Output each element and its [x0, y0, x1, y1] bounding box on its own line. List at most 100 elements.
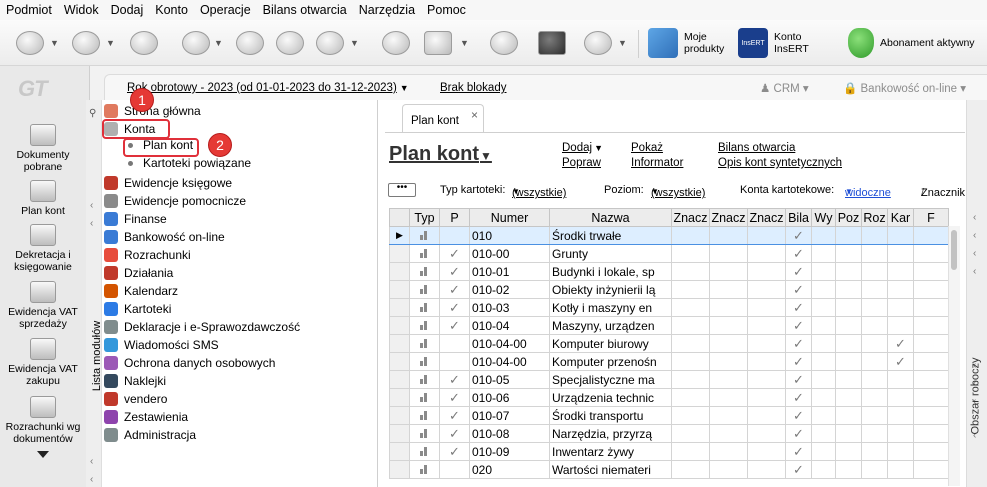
column-header[interactable]: Numer: [469, 208, 550, 227]
blokada-link[interactable]: Brak blokady: [440, 82, 506, 94]
chevron-down-icon[interactable]: ▼: [618, 38, 627, 48]
chevron-down-icon[interactable]: ▼: [50, 38, 59, 48]
table-row[interactable]: ✓ 010-04 Maszyny, urządzen ✓: [389, 316, 949, 335]
module-item[interactable]: Zestawienia: [104, 408, 188, 426]
link-icon[interactable]: [274, 28, 306, 58]
table-row[interactable]: ✓ 010-02 Obiekty inżynierii lą ✓: [389, 280, 949, 299]
row-indicator[interactable]: [389, 244, 410, 263]
abonament-status[interactable]: Abonament aktywny: [848, 28, 975, 58]
shortcut-dokumenty-pobrane[interactable]: Dokumenty pobrane: [0, 124, 86, 173]
column-header[interactable]: Bila: [785, 208, 812, 227]
chevron-left-icon[interactable]: ‹: [973, 212, 976, 223]
options-button[interactable]: •••: [388, 183, 416, 197]
row-indicator[interactable]: [389, 388, 410, 407]
row-indicator[interactable]: ▶: [389, 226, 410, 245]
column-header[interactable]: Poz: [835, 208, 862, 227]
row-indicator[interactable]: [389, 316, 410, 335]
tab-plan-kont[interactable]: Plan kont ×: [402, 104, 484, 132]
shortcut-plan-kont[interactable]: Plan kont: [0, 180, 86, 217]
menu-item[interactable]: Operacje: [200, 3, 251, 17]
table-row[interactable]: ✓ 010-01 Budynki i lokale, sp ✓: [389, 262, 949, 281]
scrollbar-thumb[interactable]: [951, 230, 957, 270]
period-selector[interactable]: Rok obrotowy - 2023 (od 01-01-2023 do 31…: [127, 82, 409, 94]
table-scrollbar[interactable]: [948, 226, 960, 486]
row-indicator[interactable]: [389, 280, 410, 299]
module-item[interactable]: Działania: [104, 264, 173, 282]
column-header[interactable]: Roz: [861, 208, 888, 227]
menu-item[interactable]: Konto: [155, 3, 188, 17]
cloud-icon[interactable]: [582, 28, 614, 58]
menu-item[interactable]: Pomoc: [427, 3, 466, 17]
row-indicator[interactable]: [389, 424, 410, 443]
row-indicator[interactable]: [389, 298, 410, 317]
module-item[interactable]: Finanse: [104, 210, 167, 228]
help-icon[interactable]: [314, 28, 346, 58]
module-item[interactable]: Naklejki: [104, 372, 166, 390]
menu-item[interactable]: Narzędzia: [359, 3, 415, 17]
globe-icon[interactable]: [488, 28, 520, 58]
scroll-down-icon[interactable]: [37, 451, 49, 458]
column-header[interactable]: Nazwa: [549, 208, 672, 227]
column-header[interactable]: Znacz: [709, 208, 748, 227]
chevron-left-icon[interactable]: ‹: [90, 218, 93, 229]
module-item[interactable]: Administracja: [104, 426, 196, 444]
chevron-down-icon[interactable]: ▼: [214, 38, 223, 48]
chevron-down-icon[interactable]: ▼: [106, 38, 115, 48]
column-header[interactable]: Znacz: [671, 208, 710, 227]
module-item[interactable]: Rozrachunki: [104, 246, 191, 264]
table-row[interactable]: ▶ 010 Środki trwałe ✓: [389, 226, 949, 245]
close-icon[interactable]: ×: [471, 108, 478, 122]
eraser-icon[interactable]: [180, 28, 212, 58]
nav-forward-icon[interactable]: [70, 28, 102, 58]
module-item[interactable]: vendero: [104, 390, 167, 408]
module-item[interactable]: Kartoteki: [104, 300, 171, 318]
menu-item[interactable]: Widok: [64, 3, 99, 17]
moje-produkty-button[interactable]: Moje produkty: [648, 28, 724, 58]
informator-link[interactable]: Informator: [631, 157, 683, 169]
edit-icon[interactable]: [234, 28, 266, 58]
ins-icon[interactable]: [380, 28, 412, 58]
chevron-left-icon[interactable]: ‹: [973, 266, 976, 277]
table-row[interactable]: ✓ 010-06 Urządzenia technic ✓: [389, 388, 949, 407]
table-row[interactable]: ✓ 010-00 Grunty ✓: [389, 244, 949, 263]
table-row[interactable]: ✓ 010-03 Kotły i maszyny en ✓: [389, 298, 949, 317]
chevron-down-icon[interactable]: ▼: [460, 38, 469, 48]
page-title[interactable]: Plan kont▼: [389, 143, 492, 166]
pokaz-link[interactable]: Pokaż: [631, 142, 663, 154]
tool-icon[interactable]: [128, 28, 160, 58]
column-header[interactable]: Typ: [409, 208, 440, 227]
column-header[interactable]: Znacz: [747, 208, 786, 227]
box-icon[interactable]: [536, 28, 568, 58]
table-row[interactable]: ✓ 010-05 Specjalistyczne ma ✓: [389, 370, 949, 389]
column-header[interactable]: Kar: [887, 208, 914, 227]
chevron-left-icon[interactable]: ‹: [90, 456, 93, 467]
chevron-left-icon[interactable]: ‹: [90, 200, 93, 211]
row-indicator[interactable]: [389, 262, 410, 281]
chevron-down-icon[interactable]: ▼: [350, 38, 359, 48]
menu-item[interactable]: Podmiot: [6, 3, 52, 17]
chevron-left-icon[interactable]: ‹: [973, 248, 976, 259]
nav-back-icon[interactable]: [14, 28, 46, 58]
table-row[interactable]: 020 Wartości niemateri ✓: [389, 460, 949, 479]
module-item[interactable]: Bankowość on-line: [104, 228, 225, 246]
monitor-icon[interactable]: [422, 28, 454, 58]
dodaj-link[interactable]: Dodaj ▼: [562, 142, 603, 154]
bilans-otwarcia-link[interactable]: Bilans otwarcia: [718, 142, 795, 154]
module-item[interactable]: Wiadomości SMS: [104, 336, 219, 354]
column-header[interactable]: P: [439, 208, 470, 227]
chevron-left-icon[interactable]: ‹: [973, 230, 976, 241]
konto-insert-button[interactable]: InsERT Konto InsERT: [738, 28, 809, 58]
shortcut-dekretacja[interactable]: Dekretacja i księgowanie: [0, 224, 86, 273]
module-item[interactable]: Kalendarz: [104, 282, 178, 300]
table-row[interactable]: 010-04-00 Komputer przenośn ✓ ✓: [389, 352, 949, 371]
module-item[interactable]: Deklaracje i e-Sprawozdawczość: [104, 318, 300, 336]
row-indicator[interactable]: [389, 334, 410, 353]
row-indicator[interactable]: [389, 352, 410, 371]
module-item[interactable]: Ewidencje księgowe: [104, 174, 232, 192]
row-indicator[interactable]: [389, 370, 410, 389]
row-indicator[interactable]: [389, 406, 410, 425]
shortcut-vat-sprzedazy[interactable]: Ewidencja VAT sprzedaży: [0, 281, 86, 330]
shortcut-vat-zakupu[interactable]: Ewidencja VAT zakupu: [0, 338, 86, 387]
bankowosc-button[interactable]: 🔒 Bankowość on-line ▾: [843, 81, 966, 95]
shortcut-rozrachunki[interactable]: Rozrachunki wg dokumentów: [0, 396, 86, 445]
